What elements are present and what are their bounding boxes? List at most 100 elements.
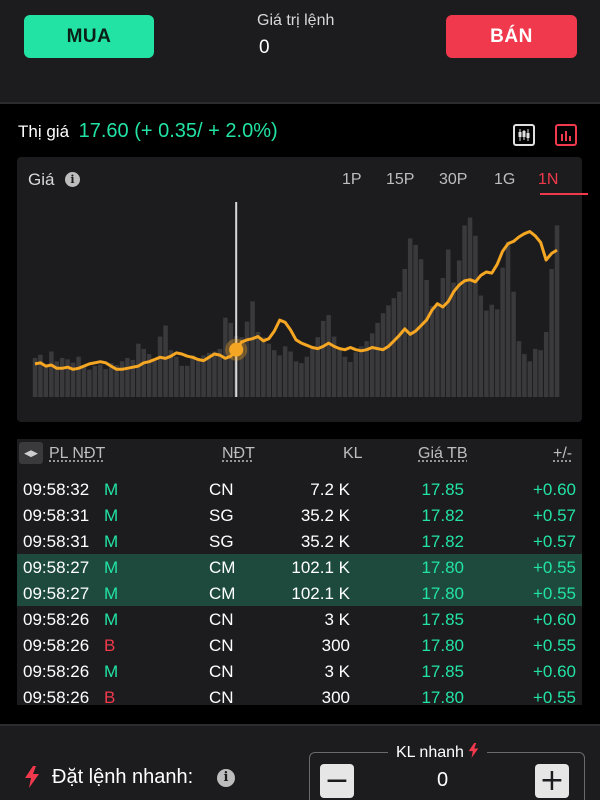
- order-value: 0: [259, 37, 270, 58]
- volume-bar: [353, 352, 359, 397]
- trade-side: M: [104, 610, 119, 629]
- volume-bar: [326, 315, 331, 397]
- volume-bar: [255, 332, 261, 397]
- volume-bar: [174, 356, 179, 397]
- sell-button[interactable]: BÁN: [446, 15, 577, 58]
- trade-time: 09:58:27: [23, 558, 90, 577]
- trade-avg-price: 17.80: [421, 688, 464, 705]
- trade-change: +0.60: [532, 662, 576, 681]
- volume-bar: [98, 364, 103, 397]
- order-bar: MUA Giá trị lệnh 0 BÁN: [0, 0, 600, 104]
- volume-bar: [136, 343, 141, 397]
- chart-title: Giá: [28, 170, 55, 189]
- trade-investor: CN: [209, 610, 234, 629]
- volume-bar: [320, 320, 326, 397]
- table-row[interactable]: 09:58:26 M CN 3 K 17.85 +0.60: [17, 658, 582, 684]
- trade-time: 09:58:26: [23, 636, 90, 655]
- trade-avg-price: 17.80: [421, 558, 464, 577]
- volume-bar: [516, 341, 522, 397]
- header-investor-type[interactable]: PL NĐT: [49, 445, 105, 463]
- header-avg-price[interactable]: Giá TB: [418, 445, 468, 463]
- volume-bar: [500, 267, 505, 397]
- collapse-arrows-icon[interactable]: ◀▶: [19, 442, 43, 464]
- table-row[interactable]: 09:58:31 M SG 35.2 K 17.82 +0.57: [17, 528, 582, 554]
- candlestick-chart-icon[interactable]: [513, 124, 535, 146]
- volume-bar: [435, 303, 440, 397]
- buy-button[interactable]: MUA: [24, 15, 154, 58]
- table-row[interactable]: 09:58:27 M CM 102.1 K 17.80 +0.55: [17, 580, 582, 606]
- bar-chart-icon[interactable]: [555, 124, 577, 146]
- volume-bar: [478, 295, 484, 397]
- volume-bar: [288, 351, 293, 397]
- volume-bar: [310, 348, 315, 398]
- tab-15p[interactable]: 15P: [386, 171, 414, 189]
- volume-bar: [511, 291, 516, 397]
- volume-bar: [549, 269, 554, 397]
- tab-1p[interactable]: 1P: [342, 171, 362, 189]
- trade-time: 09:58:26: [23, 662, 90, 681]
- table-row[interactable]: 09:58:26 B CN 300 17.80 +0.55: [17, 632, 582, 658]
- table-row[interactable]: 09:58:26 B CN 300 17.80 +0.55: [17, 684, 582, 705]
- price-chart[interactable]: [17, 157, 582, 422]
- trade-side: M: [104, 584, 119, 603]
- volume-bar: [157, 336, 163, 397]
- volume-bar: [369, 333, 375, 397]
- table-row[interactable]: 09:58:27 M CM 102.1 K 17.80 +0.55: [17, 554, 582, 580]
- trade-time: 09:58:31: [23, 532, 90, 551]
- volume-bar: [375, 322, 380, 397]
- trade-side: M: [104, 506, 119, 525]
- info-icon[interactable]: i: [217, 769, 235, 787]
- trade-investor: SG: [209, 506, 234, 525]
- trade-side: M: [104, 532, 119, 551]
- trade-volume: 35.2 K: [300, 532, 350, 551]
- selected-point[interactable]: [229, 342, 244, 357]
- market-price: Thị giá 17.60 (+ 0.35/ + 2.0%): [18, 120, 278, 143]
- qty-decrease-button[interactable]: −: [320, 764, 354, 798]
- trade-avg-price: 17.80: [421, 636, 464, 655]
- trade-time: 09:58:32: [23, 480, 90, 499]
- volume-bar: [179, 365, 185, 397]
- trade-change: +0.55: [532, 636, 576, 655]
- quick-order-label: Đặt lệnh nhanh:: [52, 766, 194, 788]
- header-volume: KL: [343, 445, 363, 462]
- table-row[interactable]: 09:58:31 M SG 35.2 K 17.82 +0.57: [17, 502, 582, 528]
- trade-time: 09:58:26: [23, 688, 90, 705]
- volume-bar: [76, 356, 81, 397]
- volume-bar: [440, 278, 446, 397]
- volume-bar: [527, 361, 533, 398]
- trade-avg-price: 17.82: [421, 532, 464, 551]
- qty-increase-button[interactable]: +: [535, 764, 569, 798]
- volume-bar: [59, 358, 65, 397]
- volume-bar: [293, 361, 299, 398]
- tab-30p[interactable]: 30P: [439, 171, 467, 189]
- table-row[interactable]: 09:58:26 M CN 3 K 17.85 +0.60: [17, 606, 582, 632]
- lightning-bolt-icon: [25, 766, 39, 788]
- trades-table[interactable]: ◀▶ PL NĐT NĐT KL Giá TB +/- 09:58:32 M CN 7…: [17, 439, 582, 705]
- volume-bar: [87, 369, 92, 397]
- volume-bar: [81, 367, 87, 397]
- volume-bar: [473, 235, 478, 397]
- tab-1g[interactable]: 1G: [494, 171, 515, 189]
- info-icon[interactable]: i: [65, 172, 80, 187]
- trade-volume: 7.2 K: [310, 480, 350, 499]
- trade-volume: 3 K: [324, 662, 350, 681]
- volume-bar: [38, 354, 43, 398]
- header-investor[interactable]: NĐT: [222, 445, 255, 463]
- tab-1n[interactable]: 1N: [538, 171, 558, 189]
- trade-side: B: [104, 688, 116, 705]
- market-price-change: (+ 0.35/ + 2.0%): [134, 120, 278, 142]
- trade-volume: 300: [321, 688, 350, 705]
- quick-qty-value[interactable]: 0: [437, 769, 448, 792]
- trade-side: B: [104, 636, 116, 655]
- trade-volume: 35.2 K: [300, 506, 350, 525]
- table-row[interactable]: 09:58:32 M CN 7.2 K 17.85 +0.60: [17, 476, 582, 502]
- volume-bar: [315, 337, 320, 397]
- header-change[interactable]: +/-: [553, 445, 572, 463]
- volume-bar: [467, 217, 473, 397]
- volume-bar: [103, 369, 108, 397]
- quick-qty-label: KL nhanh: [388, 743, 488, 762]
- volume-bar: [152, 360, 157, 397]
- trade-side: M: [104, 662, 119, 681]
- volume-bar: [451, 282, 456, 397]
- trade-volume: 102.1 K: [291, 584, 350, 603]
